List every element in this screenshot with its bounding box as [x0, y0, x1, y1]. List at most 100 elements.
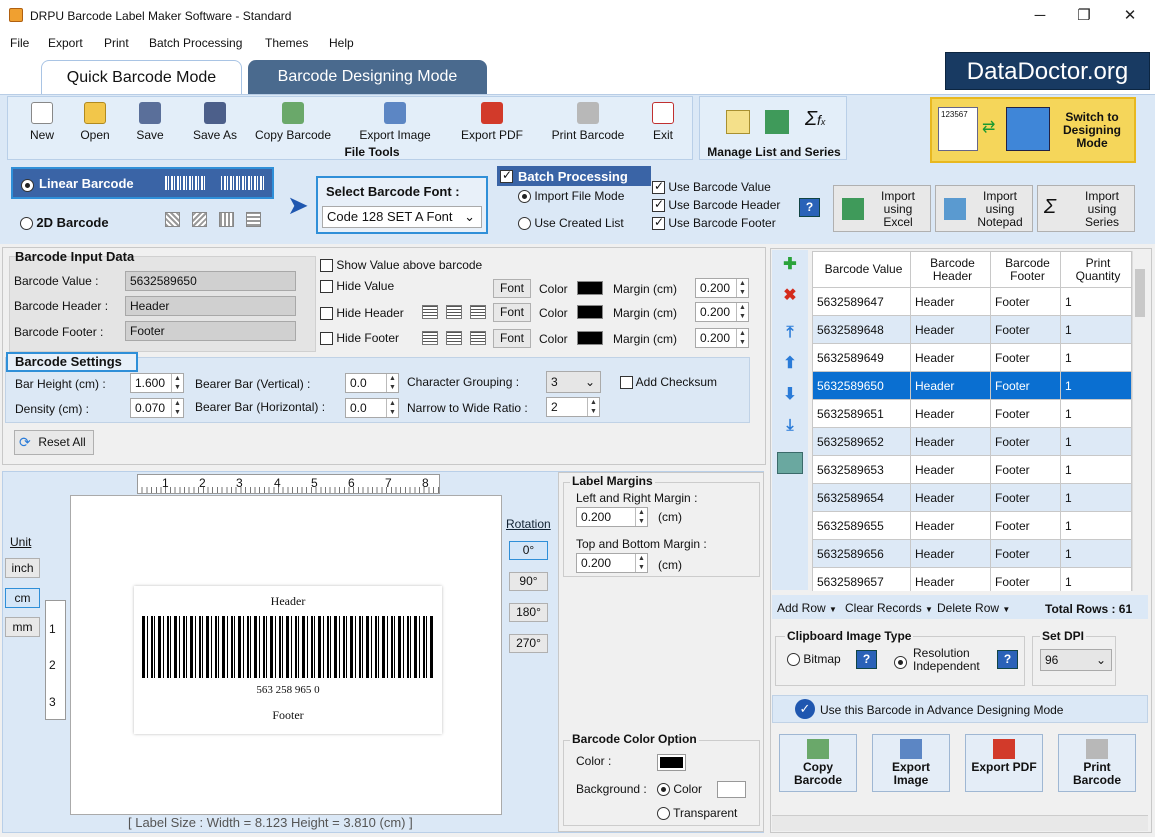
rotate-0-button[interactable]: 0°	[509, 541, 548, 560]
spinner-arrows-icon[interactable]: ▲ ▼	[736, 303, 748, 321]
menu-print[interactable]: Print	[104, 36, 129, 50]
tab-barcode-designing[interactable]: Barcode Designing Mode	[248, 60, 487, 94]
hide-value-option[interactable]: Hide Value	[320, 279, 394, 294]
menu-themes[interactable]: Themes	[265, 36, 308, 50]
batch-help-button[interactable]: ?	[799, 198, 820, 217]
bitmap-option[interactable]: Bitmap	[787, 652, 841, 667]
cell-quantity[interactable]: 1	[1060, 315, 1132, 344]
footer-color-swatch[interactable]	[577, 331, 603, 345]
use-header-checkbox[interactable]	[652, 197, 665, 213]
table-row[interactable]: 5632589657 Header Footer 1	[812, 567, 1132, 591]
delete-row-dropdown[interactable]: Delete Row ▼	[937, 601, 1010, 615]
cell-header[interactable]: Header	[910, 371, 991, 400]
spinner-arrows-icon[interactable]: ▲ ▼	[171, 399, 183, 417]
spinner-arrows-icon[interactable]: ▲ ▼	[386, 399, 398, 417]
hide-header-option[interactable]: Hide Header	[320, 306, 404, 321]
save-button[interactable]: Save	[130, 102, 170, 150]
cell-quantity[interactable]: 1	[1060, 483, 1132, 512]
footer-margin-spinner[interactable]: 0.200 ▲ ▼	[695, 328, 749, 348]
cell-header[interactable]: Header	[910, 567, 991, 591]
import-file-radio[interactable]	[518, 190, 531, 204]
created-list-radio[interactable]	[518, 217, 531, 231]
spinner-arrows-icon[interactable]: ▲ ▼	[587, 398, 599, 416]
export-pdf-bottom-button[interactable]: Export PDF	[965, 734, 1043, 792]
barcode-color-button[interactable]	[657, 754, 686, 771]
transparent-option[interactable]: Transparent	[657, 806, 737, 821]
linear-barcode-radio[interactable]	[21, 179, 34, 193]
value-font-button[interactable]: Font	[493, 279, 531, 298]
value-color-swatch[interactable]	[577, 281, 603, 295]
2d-barcode-option[interactable]: 2D Barcode	[20, 215, 109, 231]
column-header-value[interactable]: Barcode Value	[812, 251, 911, 288]
use-footer-option[interactable]: Use Barcode Footer	[652, 215, 776, 231]
bitmap-help-button[interactable]: ?	[856, 650, 877, 669]
rotate-270-button[interactable]: 270°	[509, 634, 548, 653]
column-header-footer[interactable]: Barcode Footer	[990, 251, 1061, 288]
export-records-icon[interactable]	[777, 452, 803, 474]
resolution-radio[interactable]	[894, 656, 907, 670]
align-center-icon[interactable]	[446, 305, 462, 319]
align-right-icon[interactable]	[470, 305, 486, 319]
move-up-icon[interactable]: ⬆	[781, 355, 799, 373]
bearer-horizontal-spinner[interactable]: 0.0 ▲ ▼	[345, 398, 399, 418]
bg-color-swatch[interactable]	[717, 781, 746, 798]
move-down-icon[interactable]: ⬇	[781, 386, 799, 404]
barcode-footer-input[interactable]: Footer	[125, 321, 296, 341]
ratio-spinner[interactable]: 2 ▲ ▼	[546, 397, 600, 417]
cell-header[interactable]: Header	[910, 399, 991, 428]
cell-value[interactable]: 5632589653	[812, 455, 911, 484]
cell-header[interactable]: Header	[910, 511, 991, 540]
tab-quick-barcode[interactable]: Quick Barcode Mode	[41, 60, 242, 94]
cell-footer[interactable]: Footer	[990, 287, 1061, 316]
import-file-mode-option[interactable]: Import File Mode	[518, 189, 624, 204]
unit-mm-button[interactable]: mm	[5, 617, 40, 637]
hide-footer-checkbox[interactable]	[320, 332, 333, 346]
cell-quantity[interactable]: 1	[1060, 511, 1132, 540]
cell-footer[interactable]: Footer	[990, 455, 1061, 484]
print-barcode-button[interactable]: Print Barcode	[545, 102, 631, 150]
table-row[interactable]: 5632589651 Header Footer 1	[812, 399, 1132, 428]
cell-header[interactable]: Header	[910, 287, 991, 316]
cell-quantity[interactable]: 1	[1060, 539, 1132, 568]
use-footer-checkbox[interactable]	[652, 215, 665, 231]
table-scrollbar[interactable]	[1132, 251, 1147, 591]
save-as-button[interactable]: Save As	[186, 102, 244, 150]
export-image-button[interactable]: Export Image	[352, 102, 438, 150]
menu-help[interactable]: Help	[329, 36, 354, 50]
add-checksum-option[interactable]: Add Checksum	[620, 375, 717, 390]
import-excel-button[interactable]: Import using Excel	[833, 185, 931, 232]
barcode-header-input[interactable]: Header	[125, 296, 296, 316]
cell-quantity[interactable]: 1	[1060, 287, 1132, 316]
move-bottom-icon[interactable]: ⤓	[781, 417, 799, 435]
cell-quantity[interactable]: 1	[1060, 371, 1132, 400]
show-value-above-checkbox[interactable]	[320, 259, 333, 273]
2d-barcode-radio[interactable]	[20, 217, 33, 231]
menu-batch-processing[interactable]: Batch Processing	[149, 36, 242, 50]
spinner-arrows-icon[interactable]: ▲ ▼	[736, 279, 748, 297]
cell-footer[interactable]: Footer	[990, 315, 1061, 344]
cell-value[interactable]: 5632589651	[812, 399, 911, 428]
menu-file[interactable]: File	[10, 36, 29, 50]
cell-footer[interactable]: Footer	[990, 427, 1061, 456]
import-series-button[interactable]: Σ Import using Series	[1037, 185, 1135, 232]
column-header-quantity[interactable]: Print Quantity	[1060, 251, 1132, 288]
cell-value[interactable]: 5632589657	[812, 567, 911, 591]
add-record-icon[interactable]: ✚	[781, 256, 799, 274]
cell-value[interactable]: 5632589655	[812, 511, 911, 540]
print-barcode-bottom-button[interactable]: Print Barcode	[1058, 734, 1136, 792]
table-row[interactable]: 5632589654 Header Footer 1	[812, 483, 1132, 512]
cell-quantity[interactable]: 1	[1060, 455, 1132, 484]
bg-color-radio[interactable]	[657, 783, 670, 797]
resolution-option[interactable]	[894, 655, 907, 670]
barcode-value-input[interactable]: 5632589650	[125, 271, 296, 291]
cell-value[interactable]: 5632589647	[812, 287, 911, 316]
table-row-selected[interactable]: 5632589650 Header Footer 1	[812, 371, 1132, 400]
column-header-header[interactable]: Barcode Header	[910, 251, 991, 288]
align-left-icon[interactable]	[422, 305, 438, 319]
reset-all-button[interactable]: ⟳ Reset All	[14, 430, 94, 455]
header-color-swatch[interactable]	[577, 305, 603, 319]
footer-align-left-icon[interactable]	[422, 331, 438, 345]
series-sigma-icon[interactable]: Σfx	[805, 108, 825, 131]
exit-button[interactable]: Exit	[645, 102, 681, 150]
char-grouping-select[interactable]: 3 ⌄	[546, 371, 601, 393]
